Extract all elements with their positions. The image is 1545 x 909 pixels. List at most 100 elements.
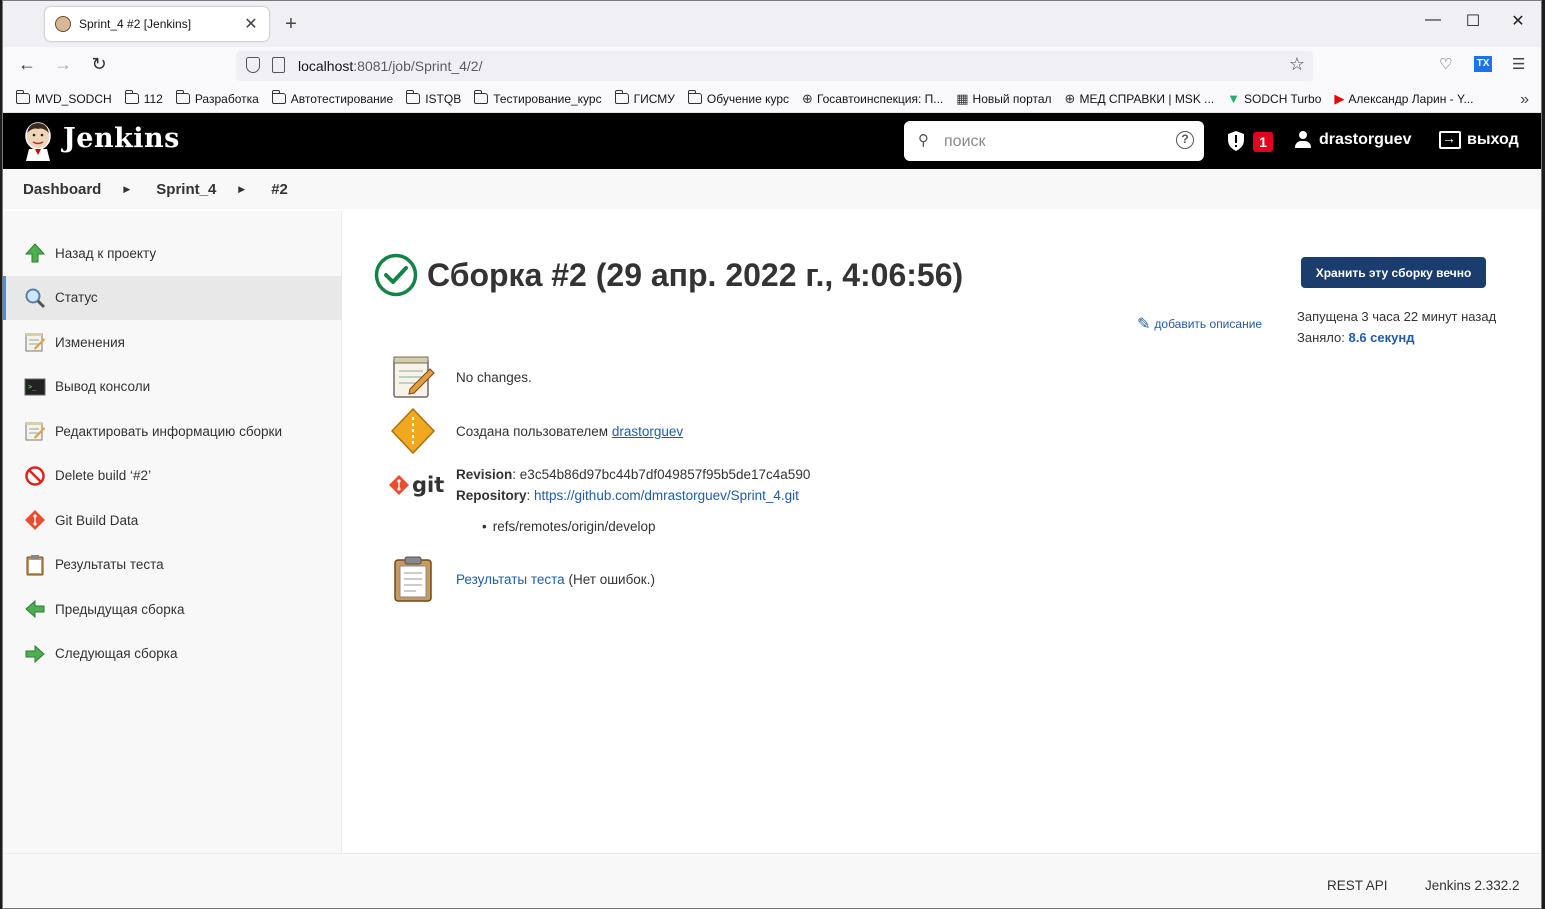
breadcrumb-build[interactable]: #2 [271,181,288,198]
url-bar[interactable]: localhost:8081/job/Sprint_4/2/ ☆ [236,51,1313,81]
build-content: Сборка #2 (29 апр. 2022 г., 4:06:56) Хра… [342,211,1541,853]
created-by-row: Создана пользователем drastorguev [390,407,683,455]
logout-link[interactable]: выход [1439,130,1519,149]
started-label: Запущена 3 часа 22 минут назад [1297,309,1497,324]
bookmark-item[interactable]: Разработка [175,90,259,106]
page-info-icon[interactable] [272,57,285,73]
repository-label: Repository [456,488,527,503]
sidebar-item[interactable]: Предыдущая сборка [3,587,341,632]
help-icon[interactable]: ? [1176,131,1194,149]
created-by-user-link[interactable]: drastorguev [612,424,683,439]
sidebar-item[interactable]: Delete build ‘#2’ [3,454,341,499]
extension-tx-icon[interactable]: TX [1474,56,1492,72]
add-description-label[interactable]: добавить описание [1154,317,1262,331]
close-tab-icon[interactable]: ✕ [243,14,259,34]
bookmark-item[interactable]: Тестирование_курс [474,90,602,106]
bookmark-item[interactable]: ▶ Александр Ларин - Y... [1334,91,1473,107]
security-badge[interactable]: 1 [1253,132,1273,152]
chevron-right-icon[interactable]: ▶ [238,184,245,195]
sidebar-item-label: Следующая сборка [55,646,178,662]
jenkins-version-link[interactable]: Jenkins 2.332.2 [1425,878,1520,893]
bookmark-item[interactable]: 112 [124,90,163,106]
user-icon [1295,131,1311,149]
keep-build-forever-button[interactable]: Хранить эту сборку вечно [1301,257,1486,288]
bookmark-star-icon[interactable]: ☆ [1289,54,1305,75]
forward-icon[interactable]: → [52,54,74,75]
magnifier-icon [23,286,47,310]
git-icon [23,508,47,532]
sidebar-item-label: Статус [55,290,98,306]
created-by-text: Создана пользователем drastorguev [456,423,684,439]
sidebar-item-label: Редактировать информацию сборки [55,423,283,439]
sidebar-item[interactable]: Назад к проекту [3,231,341,276]
minimize-icon[interactable]: — [1418,11,1448,29]
browser-window: Sprint_4 #2 [Jenkins] ✕ + — ☐ ✕ ← → ↻ lo… [2,0,1542,909]
maximize-icon[interactable]: ☐ [1458,11,1488,31]
bookmark-item[interactable]: ▦ Новый портал [956,91,1051,107]
test-results-text: Результаты теста (Нет ошибок.) [456,571,655,587]
pocket-icon[interactable]: ♡ [1439,55,1452,73]
sidebar-item[interactable]: Изменения [3,320,341,365]
clipboard-icon [394,556,432,602]
folder-icon [474,90,489,104]
reload-icon[interactable]: ↻ [88,54,110,75]
bookmark-item[interactable]: MVD_SODCH [16,90,112,106]
add-description-link[interactable]: ✎ добавить описание [1137,314,1262,334]
logout-label[interactable]: выход [1467,131,1519,149]
security-shield-icon[interactable] [1227,130,1245,152]
bookmark-item[interactable]: ⊕ Госавтоинспекция: П... [802,91,943,107]
bookmarks-overflow-icon[interactable]: » [1520,91,1529,109]
rest-api-link[interactable]: REST API [1327,878,1388,893]
test-results-link[interactable]: Результаты теста [456,572,565,587]
bookmark-label: ISTQB [425,91,462,106]
sidebar-item[interactable]: Статус [3,275,341,320]
username[interactable]: drastorguev [1319,131,1411,149]
bookmark-label: SODCH Turbo [1244,91,1322,106]
git-icon [389,475,409,495]
breadcrumb: Dashboard ▶ Sprint_4 ▶ #2 [3,169,1541,209]
breadcrumb-dashboard[interactable]: Dashboard [23,181,101,198]
notepad-icon [393,356,435,398]
jenkins-logo-icon[interactable] [21,121,55,161]
sidebar-item[interactable]: Git Build Data [3,498,341,543]
sidebar-item-label: Git Build Data [55,512,139,528]
user-menu[interactable]: drastorguev [1295,131,1411,149]
bookmark-item[interactable]: ГИСМУ [614,90,675,106]
new-tab-icon[interactable]: + [281,13,301,36]
tab-title: Sprint_4 #2 [Jenkins] [79,17,192,31]
youtube-icon: ▶ [1334,90,1345,106]
sidebar-item[interactable]: >_ Вывод консоли [3,365,341,410]
folder-icon [16,90,30,104]
url-text[interactable]: localhost:8081/job/Sprint_4/2/ [298,58,482,74]
repository-link[interactable]: https://github.com/dmrastorguev/Sprint_4… [534,488,799,503]
browser-tab[interactable]: Sprint_4 #2 [Jenkins] ✕ [45,7,269,41]
nav-bar: ← → ↻ localhost:8081/job/Sprint_4/2/ ☆ ♡… [3,47,1541,85]
breadcrumb-job[interactable]: Sprint_4 [156,181,216,198]
bookmark-label: Обучение курс [706,91,790,106]
tracking-shield-icon[interactable] [246,57,260,73]
back-icon[interactable]: ← [16,54,38,75]
vue-icon: ▼ [1227,91,1241,106]
bookmark-item[interactable]: ⊕ МЕД СПРАВКИ | MSK ... [1065,91,1215,107]
search-input[interactable] [944,130,1164,154]
bookmark-label: Новый портал [972,91,1052,106]
menu-icon[interactable]: ☰ [1512,55,1525,73]
revision-value: e3c54b86d97bc44b7df049857f95b5de17c4a590 [519,467,811,482]
right-arrow-icon [23,642,47,666]
bookmark-item[interactable]: ▼ SODCH Turbo [1227,91,1321,106]
main-area: Назад к проекту Статус Изменения >_ Вывод ко… [3,211,1541,853]
jenkins-brand[interactable]: Jenkins [63,123,180,154]
bookmark-label: МЕД СПРАВКИ | MSK ... [1079,91,1215,106]
bookmark-label: ГИСМУ [633,91,675,106]
bookmark-item[interactable]: Обучение курс [687,90,790,106]
bookmarks-bar: MVD_SODCH 112 Разработка Автотестирование IS… [3,85,1541,113]
duration-link[interactable]: 8.6 секунд [1349,330,1415,345]
chevron-right-icon[interactable]: ▶ [123,184,130,195]
sidebar-item[interactable]: Редактировать информацию сборки [3,409,341,454]
git-info: Revision: e3c54b86d97bc44b7df049857f95b5… [456,467,811,503]
bookmark-item[interactable]: ISTQB [406,90,462,106]
sidebar-item[interactable]: Результаты теста [3,543,341,588]
bookmark-item[interactable]: Автотестирование [271,90,393,106]
sidebar-item[interactable]: Следующая сборка [3,632,341,677]
close-window-icon[interactable]: ✕ [1503,11,1533,31]
